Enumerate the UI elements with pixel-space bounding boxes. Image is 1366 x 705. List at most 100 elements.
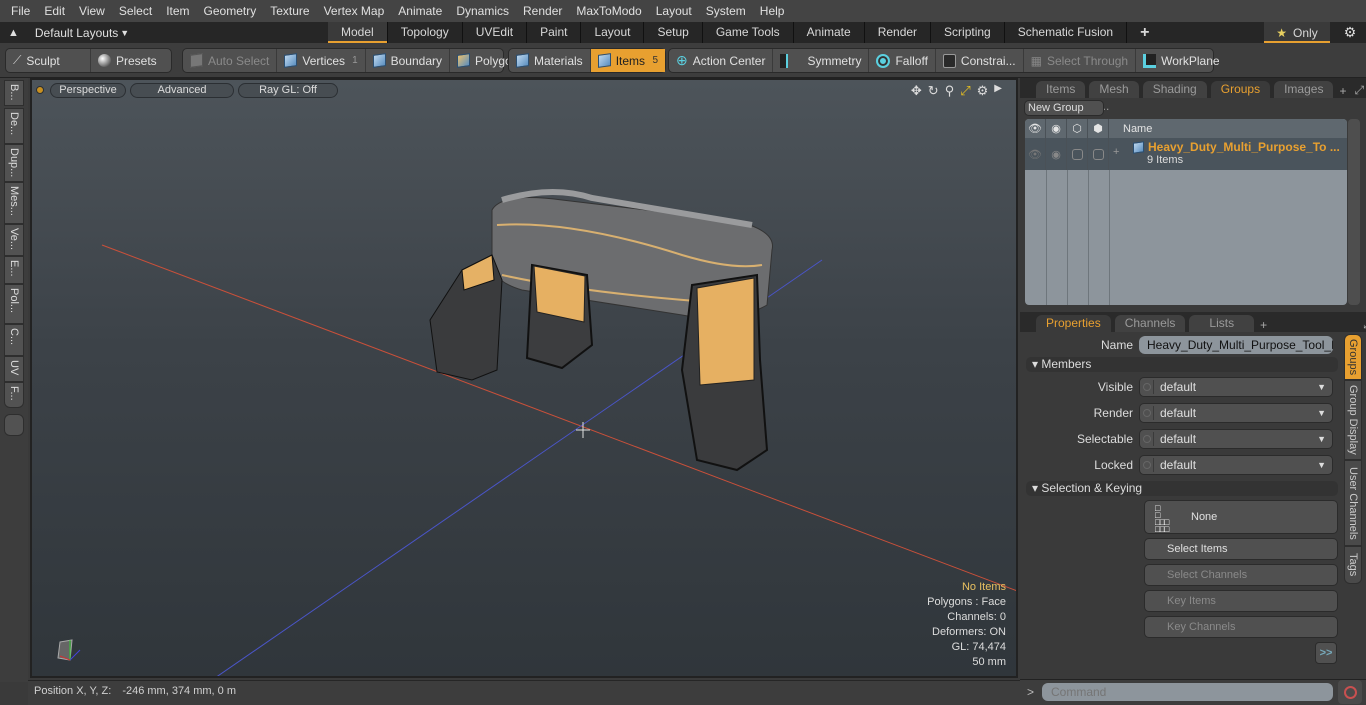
- tab-layout[interactable]: Layout: [581, 22, 645, 43]
- pan-icon[interactable]: ✥: [911, 83, 922, 99]
- tab-uvedit[interactable]: UVEdit: [463, 22, 528, 43]
- tab-animate[interactable]: Animate: [794, 22, 865, 43]
- sculpt-button[interactable]: ⟋ Sculpt: [6, 49, 91, 72]
- tab-topology[interactable]: Topology: [388, 22, 463, 43]
- key-channels-button[interactable]: Key Channels: [1144, 616, 1338, 638]
- select-cube-icon[interactable]: ⬢: [1088, 119, 1109, 138]
- left-tab-4[interactable]: Mes...: [4, 182, 24, 224]
- tab-lists[interactable]: Lists: [1189, 315, 1255, 332]
- add-tab-button[interactable]: +: [1127, 22, 1162, 43]
- gear-icon[interactable]: ⚙: [1340, 22, 1360, 43]
- side-tab-user-channels[interactable]: User Channels: [1344, 460, 1362, 546]
- group-row[interactable]: 👁 ◉ + Heavy_Duty_Multi_Purpose_To ... 9 …: [1025, 138, 1347, 170]
- tab-game-tools[interactable]: Game Tools: [703, 22, 794, 43]
- left-tab-10[interactable]: F...: [4, 382, 24, 408]
- select-through-button[interactable]: ▦ Select Through: [1024, 49, 1137, 72]
- add-tab-icon[interactable]: +: [1339, 84, 1346, 98]
- left-tab-5[interactable]: Ve...: [4, 224, 24, 256]
- lock-cube-icon[interactable]: ⬡: [1067, 119, 1088, 138]
- 3d-viewport[interactable]: Perspective Advanced Ray GL: Off ✥ ↻ ⚲ ⤢…: [30, 78, 1018, 678]
- menu-dynamics[interactable]: Dynamics: [449, 0, 516, 22]
- row-select-toggle[interactable]: [1088, 138, 1109, 170]
- locked-dropdown[interactable]: default ▼: [1139, 455, 1333, 475]
- none-button[interactable]: □ □ □□□ □□□ None: [1144, 500, 1338, 534]
- advanced-button[interactable]: Advanced: [130, 83, 234, 98]
- menu-file[interactable]: File: [4, 0, 37, 22]
- tab-render[interactable]: Render: [865, 22, 932, 43]
- expand-icon[interactable]: ⤢: [1354, 83, 1364, 98]
- layout-selector[interactable]: ▲ Default Layouts ▼: [8, 22, 129, 43]
- row-camera-icon[interactable]: ◉: [1046, 138, 1067, 170]
- maximize-icon[interactable]: ⤢: [960, 83, 970, 99]
- tab-groups[interactable]: Groups: [1210, 81, 1271, 98]
- viewport-menu-arrow-icon[interactable]: ▶: [994, 83, 1002, 99]
- left-tab-1[interactable]: B...: [4, 80, 24, 106]
- menu-view[interactable]: View: [72, 0, 112, 22]
- menu-layout[interactable]: Layout: [649, 0, 699, 22]
- items-button[interactable]: Items 5: [590, 49, 665, 72]
- auto-select-button[interactable]: Auto Select: [183, 49, 278, 72]
- menu-edit[interactable]: Edit: [37, 0, 72, 22]
- select-items-button[interactable]: Select Items: [1144, 538, 1338, 560]
- new-group-button[interactable]: New Group: [1024, 100, 1104, 116]
- materials-button[interactable]: Materials: [509, 49, 591, 72]
- tab-schematic-fusion[interactable]: Schematic Fusion: [1005, 22, 1128, 43]
- side-tab-group-display[interactable]: Group Display: [1344, 380, 1362, 460]
- viewport-gear-icon[interactable]: ⚙: [977, 83, 989, 99]
- visible-dropdown[interactable]: default ▼: [1139, 377, 1333, 397]
- render-camera-icon[interactable]: ◉: [1046, 119, 1067, 138]
- tab-images[interactable]: Images: [1274, 81, 1334, 98]
- menu-system[interactable]: System: [699, 0, 753, 22]
- members-section[interactable]: ▾ Members: [1026, 357, 1338, 372]
- presets-button[interactable]: Presets: [91, 49, 164, 72]
- collapse-icon[interactable]: ▲: [8, 27, 19, 39]
- menu-help[interactable]: Help: [753, 0, 792, 22]
- side-tab-groups[interactable]: Groups: [1344, 334, 1362, 380]
- symmetry-button[interactable]: Symmetry: [773, 49, 870, 72]
- tab-setup[interactable]: Setup: [644, 22, 703, 43]
- command-input[interactable]: [1042, 683, 1333, 701]
- tab-scripting[interactable]: Scripting: [931, 22, 1005, 43]
- add-tab-icon[interactable]: +: [1260, 318, 1267, 332]
- falloff-button[interactable]: Falloff: [869, 49, 936, 72]
- action-center-button[interactable]: ⊕ Action Center: [669, 49, 774, 72]
- menu-select[interactable]: Select: [112, 0, 159, 22]
- tab-channels[interactable]: Channels: [1114, 315, 1186, 332]
- visibility-eye-icon[interactable]: 👁: [1025, 119, 1046, 138]
- menu-vertex-map[interactable]: Vertex Map: [317, 0, 392, 22]
- tab-model[interactable]: Model: [328, 22, 388, 43]
- raygl-button[interactable]: Ray GL: Off: [238, 83, 338, 98]
- left-tab-extra[interactable]: [4, 414, 24, 436]
- left-tab-9[interactable]: UV: [4, 356, 24, 382]
- menu-item[interactable]: Item: [159, 0, 196, 22]
- rotate-icon[interactable]: ↻: [928, 83, 939, 99]
- tab-properties[interactable]: Properties: [1036, 315, 1111, 332]
- menu-geometry[interactable]: Geometry: [197, 0, 264, 22]
- left-tab-8[interactable]: C...: [4, 324, 24, 356]
- left-tab-6[interactable]: E...: [4, 256, 24, 284]
- menu-texture[interactable]: Texture: [263, 0, 316, 22]
- tab-paint[interactable]: Paint: [527, 22, 582, 43]
- menu-maxtomodo[interactable]: MaxToModo: [569, 0, 648, 22]
- only-toggle[interactable]: ★ Only: [1264, 22, 1330, 43]
- selection-keying-section[interactable]: ▾ Selection & Keying: [1026, 481, 1338, 496]
- left-tab-2[interactable]: De...: [4, 108, 24, 144]
- viewport-indicator-icon[interactable]: [36, 86, 44, 94]
- more-button[interactable]: >>: [1315, 642, 1337, 664]
- tab-shading[interactable]: Shading: [1142, 81, 1207, 98]
- workplane-button[interactable]: WorkPlane: [1136, 49, 1226, 72]
- vertices-button[interactable]: Vertices 1: [277, 49, 366, 72]
- select-channels-button[interactable]: Select Channels: [1144, 564, 1338, 586]
- row-lock-toggle[interactable]: [1067, 138, 1088, 170]
- render-dropdown[interactable]: default ▼: [1139, 403, 1333, 423]
- selectable-dropdown[interactable]: default ▼: [1139, 429, 1333, 449]
- record-button[interactable]: [1338, 680, 1362, 704]
- perspective-button[interactable]: Perspective: [50, 83, 126, 98]
- constraints-button[interactable]: Constrai...: [936, 49, 1024, 72]
- tab-items[interactable]: Items: [1036, 81, 1086, 98]
- row-eye-icon[interactable]: 👁: [1025, 138, 1046, 170]
- left-tab-7[interactable]: Pol...: [4, 284, 24, 324]
- groups-scrollbar[interactable]: [1348, 119, 1360, 305]
- boundary-button[interactable]: Boundary: [366, 49, 450, 72]
- key-items-button[interactable]: Key Items: [1144, 590, 1338, 612]
